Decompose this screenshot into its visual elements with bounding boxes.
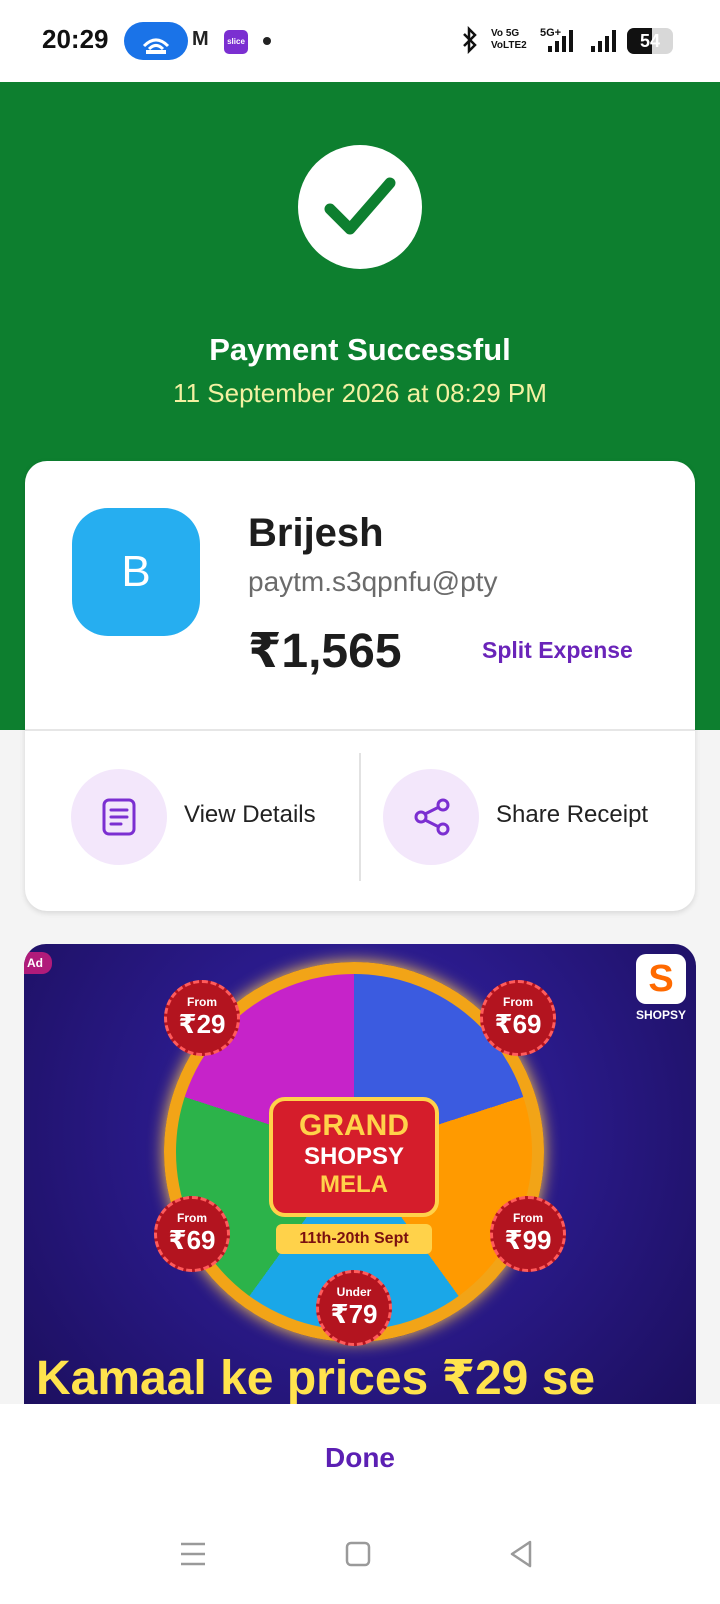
recent-apps-icon[interactable] bbox=[173, 1534, 213, 1574]
slice-app-icon: slice bbox=[224, 30, 248, 54]
price-badge-prefix: From bbox=[503, 995, 533, 1009]
notification-dot-icon bbox=[263, 37, 271, 45]
mela-headline: GRAND SHOPSY MELA bbox=[269, 1097, 439, 1217]
price-badge: From ₹29 bbox=[164, 980, 240, 1056]
price-badge-value: ₹69 bbox=[494, 1009, 542, 1039]
document-icon bbox=[102, 798, 136, 836]
gmail-icon: M bbox=[192, 28, 209, 50]
card-divider bbox=[25, 729, 695, 731]
price-badge: From ₹69 bbox=[480, 980, 556, 1056]
signal-5g-icon: 5G+ bbox=[540, 26, 584, 59]
system-navigation-bar bbox=[0, 1490, 720, 1604]
payment-amount: ₹1,565 bbox=[248, 625, 402, 678]
signal-bars-icon bbox=[590, 26, 618, 59]
battery-percent: 54 bbox=[639, 31, 661, 51]
ad-tagline: Kamaal ke prices ₹29 se bbox=[36, 1352, 596, 1404]
bluetooth-icon bbox=[462, 25, 478, 59]
view-details-label: View Details bbox=[184, 801, 316, 828]
price-badge: From ₹69 bbox=[154, 1196, 230, 1272]
share-icon-circle bbox=[383, 769, 479, 865]
price-badge: From ₹99 bbox=[490, 1196, 566, 1272]
payee-card: B Brijesh paytm.s3qpnfu@pty ₹1,565 Split… bbox=[25, 461, 695, 911]
price-badge-prefix: Under bbox=[336, 1285, 372, 1299]
price-badge-value: ₹79 bbox=[330, 1299, 378, 1329]
volte-icon: Vo 5G VoLTE2 bbox=[491, 28, 527, 52]
done-button[interactable]: Done bbox=[260, 1430, 460, 1486]
headline-line1: GRAND bbox=[299, 1109, 409, 1142]
share-icon bbox=[414, 798, 450, 836]
payment-status-title: Payment Successful bbox=[209, 332, 511, 367]
volte-label-top: Vo 5G bbox=[491, 28, 520, 39]
status-time: 20:29 bbox=[42, 24, 109, 54]
ad-badge: Ad bbox=[24, 952, 52, 974]
battery-icon: 54 bbox=[627, 28, 673, 54]
payee-upi-id: paytm.s3qpnfu@pty bbox=[248, 566, 498, 597]
price-badge-value: ₹99 bbox=[504, 1225, 552, 1255]
price-badge-prefix: From bbox=[177, 1211, 207, 1225]
split-expense-button[interactable]: Split Expense bbox=[482, 637, 633, 664]
price-badge-prefix: From bbox=[513, 1211, 543, 1225]
shopsy-brand-name: SHOPSY bbox=[635, 1008, 686, 1022]
hotspot-icon bbox=[124, 22, 188, 60]
sale-date-range: 11th-20th Sept bbox=[276, 1224, 432, 1254]
document-icon-circle bbox=[71, 769, 167, 865]
action-separator bbox=[359, 753, 361, 881]
payee-name: Brijesh bbox=[248, 511, 384, 555]
network-label: 5G+ bbox=[540, 27, 561, 39]
avatar: B bbox=[72, 508, 200, 636]
headline-line3: MELA bbox=[320, 1171, 388, 1198]
success-check-icon bbox=[298, 145, 422, 269]
headline-line2: SHOPSY bbox=[303, 1143, 405, 1170]
back-icon[interactable] bbox=[502, 1534, 542, 1574]
shopsy-logo-icon: S bbox=[636, 954, 686, 1004]
view-details-button[interactable]: View Details bbox=[71, 769, 351, 865]
shopsy-ad-banner[interactable]: Ad S SHOPSY GRAND SHOPSY MELA 11th-20th … bbox=[24, 944, 696, 1404]
payment-datetime: 11 September 2026 at 08:29 PM bbox=[173, 378, 547, 408]
price-badge-value: ₹69 bbox=[168, 1225, 216, 1255]
home-icon[interactable] bbox=[338, 1534, 378, 1574]
price-badge-value: ₹29 bbox=[178, 1009, 226, 1039]
volte-label-bottom: VoLTE2 bbox=[491, 40, 527, 51]
price-badge: Under ₹79 bbox=[316, 1270, 392, 1346]
share-receipt-button[interactable]: Share Receipt bbox=[383, 769, 683, 865]
status-bar: 20:29 M slice Vo 5G VoLTE2 5G+ 54 bbox=[0, 0, 720, 82]
share-receipt-label: Share Receipt bbox=[496, 801, 649, 828]
price-badge-prefix: From bbox=[187, 995, 217, 1009]
